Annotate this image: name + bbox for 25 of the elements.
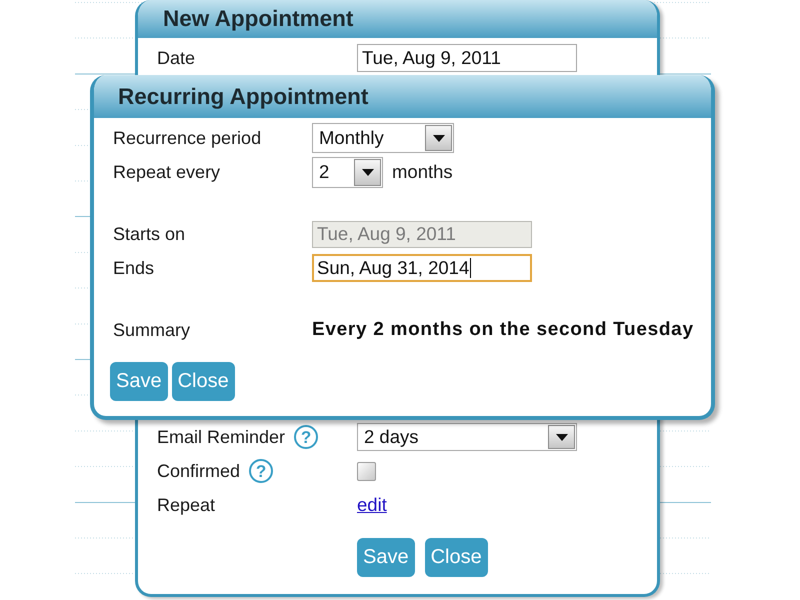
checkbox[interactable] [357, 462, 376, 480]
window-title: Recurring Appointment [118, 84, 368, 110]
field-label: Starts on [113, 224, 186, 244]
edit-link[interactable]: edit [357, 494, 387, 516]
field-label: Confirmed [157, 460, 240, 482]
date-field: Tue, Aug 9, 2011 [312, 220, 532, 248]
dropdown-field[interactable]: 2 [312, 156, 383, 188]
caret-icon [548, 425, 575, 449]
text-cursor-icon [470, 258, 472, 278]
dropdown-field[interactable]: Monthly [312, 123, 454, 153]
date-field[interactable]: Tue, Aug 9, 2011 [357, 44, 577, 72]
unit-label: months [392, 161, 453, 183]
field-label: Email Reminder [157, 426, 286, 448]
window-title: New Appointment [163, 6, 354, 32]
field-label: Repeat [157, 494, 216, 516]
field-label: Recurrence period [113, 128, 262, 148]
caret-icon [354, 158, 381, 186]
field-label: Summary [113, 320, 190, 340]
field-label: Repeat every [113, 162, 220, 182]
caret-icon [425, 125, 452, 151]
date-field[interactable]: Sun, Aug 31, 2014 [312, 254, 532, 282]
dropdown-field[interactable]: 2 days [357, 423, 577, 451]
summary-text: Every 2 months on the second Tuesday [312, 319, 694, 341]
field-label: Date [157, 48, 196, 68]
field-label: Ends [113, 258, 154, 278]
